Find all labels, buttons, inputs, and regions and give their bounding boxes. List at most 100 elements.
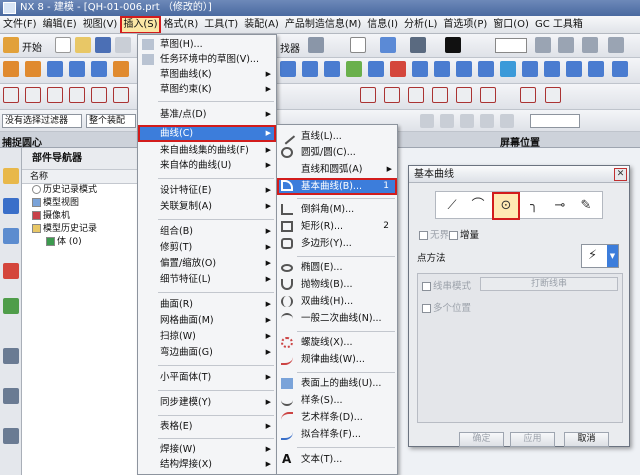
snap-control-icon[interactable] — [460, 114, 474, 128]
cylinder-icon[interactable] — [69, 61, 85, 77]
transform-icon[interactable] — [350, 37, 366, 53]
layer-icon[interactable] — [380, 37, 396, 53]
insert-menu-item-sketch-constraint[interactable]: 草图约束(K) ▶ — [138, 82, 276, 97]
menu-gc-toolkit[interactable]: GC 工具箱 — [532, 16, 586, 33]
curve-menu-item-general-conic[interactable]: 一般二次曲线(N)... — [277, 311, 397, 326]
close-icon[interactable]: ✕ — [614, 168, 627, 181]
apply-button[interactable]: 应用 — [510, 432, 555, 447]
curve-menu-item-spline[interactable]: 样条(S)... — [277, 393, 397, 408]
curve-menu-item-chamfer[interactable]: 倒斜角(M)... — [277, 202, 397, 217]
snap-center-icon[interactable] — [500, 114, 514, 128]
surface-icon[interactable] — [346, 61, 362, 77]
tree-item-body[interactable]: 体 (0) — [22, 236, 137, 249]
new-file-icon[interactable] — [55, 37, 71, 53]
curve-menu-item-basic-curves[interactable]: 基本曲线(B)... 1 — [277, 178, 397, 195]
break-string-button[interactable]: 打断线串 — [480, 277, 618, 291]
menu-view[interactable]: 视图(V) — [80, 16, 121, 33]
insert-menu-item-combine[interactable]: 组合(B) ▶ — [138, 224, 276, 239]
chamfer-tool-icon[interactable] — [302, 61, 318, 77]
snap-select[interactable] — [530, 114, 580, 128]
menu-information[interactable]: 信息(I) — [364, 16, 401, 33]
tb-circle-icon[interactable] — [47, 87, 63, 103]
string-mode-checkbox[interactable]: 线串模式 — [422, 278, 471, 292]
part-navigator-icon[interactable] — [3, 228, 19, 244]
insert-menu-item-offset-scale[interactable]: 偏置/缩放(O) ▶ — [138, 256, 276, 271]
tb-divide-curve-icon[interactable] — [480, 87, 496, 103]
web-browser-icon[interactable] — [3, 298, 19, 314]
menu-format[interactable]: 格式(R) — [161, 16, 202, 33]
mode-arc-icon[interactable]: ⌒ — [466, 194, 490, 218]
cut-icon[interactable] — [115, 37, 131, 53]
trim-body-icon[interactable] — [368, 61, 384, 77]
menu-edit[interactable]: 编辑(E) — [40, 16, 80, 33]
intersect-icon[interactable] — [478, 61, 494, 77]
snap-endpoint-icon[interactable] — [420, 114, 434, 128]
revolve-icon[interactable] — [25, 61, 41, 77]
snap-midpoint-icon[interactable] — [440, 114, 454, 128]
incremental-checkbox[interactable]: 增量 — [449, 227, 479, 241]
replace-face-icon[interactable] — [612, 61, 628, 77]
thicken-icon[interactable] — [566, 61, 582, 77]
wrench-icon[interactable] — [608, 37, 624, 53]
cone-icon[interactable] — [91, 61, 107, 77]
insert-menu-item-mesh-surface[interactable]: 网格曲面(M) ▶ — [138, 313, 276, 328]
insert-menu-item-table[interactable]: 表格(E) ▶ — [138, 419, 276, 434]
tb-bridge-curve-icon[interactable] — [408, 87, 424, 103]
mode-edit-parameters-icon[interactable]: ✎ — [574, 194, 598, 218]
curve-menu-item-helix[interactable]: 螺旋线(X)... — [277, 335, 397, 350]
insert-menu-item-curve-from-bodies[interactable]: 来自体的曲线(U) ▶ — [138, 158, 276, 173]
menu-assembly[interactable]: 装配(A) — [241, 16, 282, 33]
insert-menu-item-design-feature[interactable]: 设计特征(E) ▶ — [138, 183, 276, 198]
curve-menu-item-curve-on-surface[interactable]: 表面上的曲线(U)... — [277, 376, 397, 391]
filter-select[interactable]: 没有选择过滤器 — [2, 114, 82, 128]
tb-offset-curve-icon[interactable] — [360, 87, 376, 103]
line-width-select[interactable] — [495, 38, 527, 53]
offset-face-icon[interactable] — [500, 61, 516, 77]
ok-button[interactable]: 确定 — [459, 432, 504, 447]
insert-menu-item-detail-feature[interactable]: 细节特征(L) ▶ — [138, 272, 276, 287]
mode-circle-icon[interactable]: ⊙ — [492, 192, 520, 220]
tb-line-icon[interactable] — [3, 87, 19, 103]
curve-menu-item-hyperbola[interactable]: 双曲线(H)... — [277, 294, 397, 309]
insert-menu-item-sketch-curve[interactable]: 草图曲线(K) ▶ — [138, 67, 276, 82]
curve-menu-item-arc-circle[interactable]: 圆弧/圆(C)... — [277, 145, 397, 160]
edit-object-icon[interactable] — [410, 37, 426, 53]
point-method-dropdown[interactable]: ⚡ ▼ — [581, 244, 619, 268]
start-button[interactable]: 开始 — [22, 39, 42, 54]
roles-icon[interactable] — [3, 428, 19, 444]
assembly-scope-select[interactable]: 整个装配 — [86, 114, 136, 128]
pattern-icon[interactable] — [412, 61, 428, 77]
insert-menu-item-datum-point[interactable]: 基准/点(D) ▶ — [138, 107, 276, 122]
curve-menu-item-ellipse[interactable]: 椭圆(E)... — [277, 260, 397, 275]
tree-item-cameras[interactable]: 摄像机 — [22, 210, 137, 223]
curve-menu-item-line-and-arc[interactable]: 直线和圆弧(A) ▶ — [277, 162, 397, 177]
insert-menu-item-surface[interactable]: 曲面(R) ▶ — [138, 297, 276, 312]
insert-menu-item-synchronous-modeling[interactable]: 同步建模(Y) ▶ — [138, 395, 276, 410]
mode-line-icon[interactable]: ⟋ — [440, 194, 464, 218]
curve-menu-item-rectangle[interactable]: 矩形(R)... 2 — [277, 219, 397, 234]
menu-pmi[interactable]: 产品制造信息(M) — [282, 16, 364, 33]
unite-icon[interactable] — [434, 61, 450, 77]
tb-spline-icon[interactable] — [113, 87, 129, 103]
gc-icon[interactable] — [558, 37, 574, 53]
insert-menu-item-sketch[interactable]: 草图(H)... — [138, 37, 276, 52]
insert-menu-item-trim[interactable]: 修剪(T) ▶ — [138, 240, 276, 255]
system-materials-icon[interactable] — [3, 388, 19, 404]
menu-preferences[interactable]: 首选项(P) — [440, 16, 490, 33]
menu-insert[interactable]: 插入(S) — [120, 16, 161, 33]
hole-icon[interactable] — [113, 61, 129, 77]
sew-icon[interactable] — [544, 61, 560, 77]
history-palette-icon[interactable] — [3, 348, 19, 364]
curve-menu-item-polygon[interactable]: 多边形(Y)... — [277, 236, 397, 251]
insert-menu-item-flange-surface[interactable]: 弯边曲面(G) ▶ — [138, 345, 276, 360]
insert-menu-item-task-sketch[interactable]: 任务环境中的草图(V)... — [138, 52, 276, 67]
pencil-icon[interactable] — [308, 37, 324, 53]
tb-polygon-icon[interactable] — [91, 87, 107, 103]
open-folder-icon[interactable] — [75, 37, 91, 53]
insert-menu-item-associative-copy[interactable]: 关联复制(A) ▶ — [138, 199, 276, 214]
color-swatch-icon[interactable] — [445, 37, 461, 53]
column-header-name[interactable]: 名称 — [22, 170, 137, 184]
curve-menu-item-fit-spline[interactable]: 拟合样条(F)... — [277, 427, 397, 442]
curve-menu-item-line[interactable]: 直线(L)... — [277, 128, 397, 145]
tb-project-curve-icon[interactable] — [384, 87, 400, 103]
